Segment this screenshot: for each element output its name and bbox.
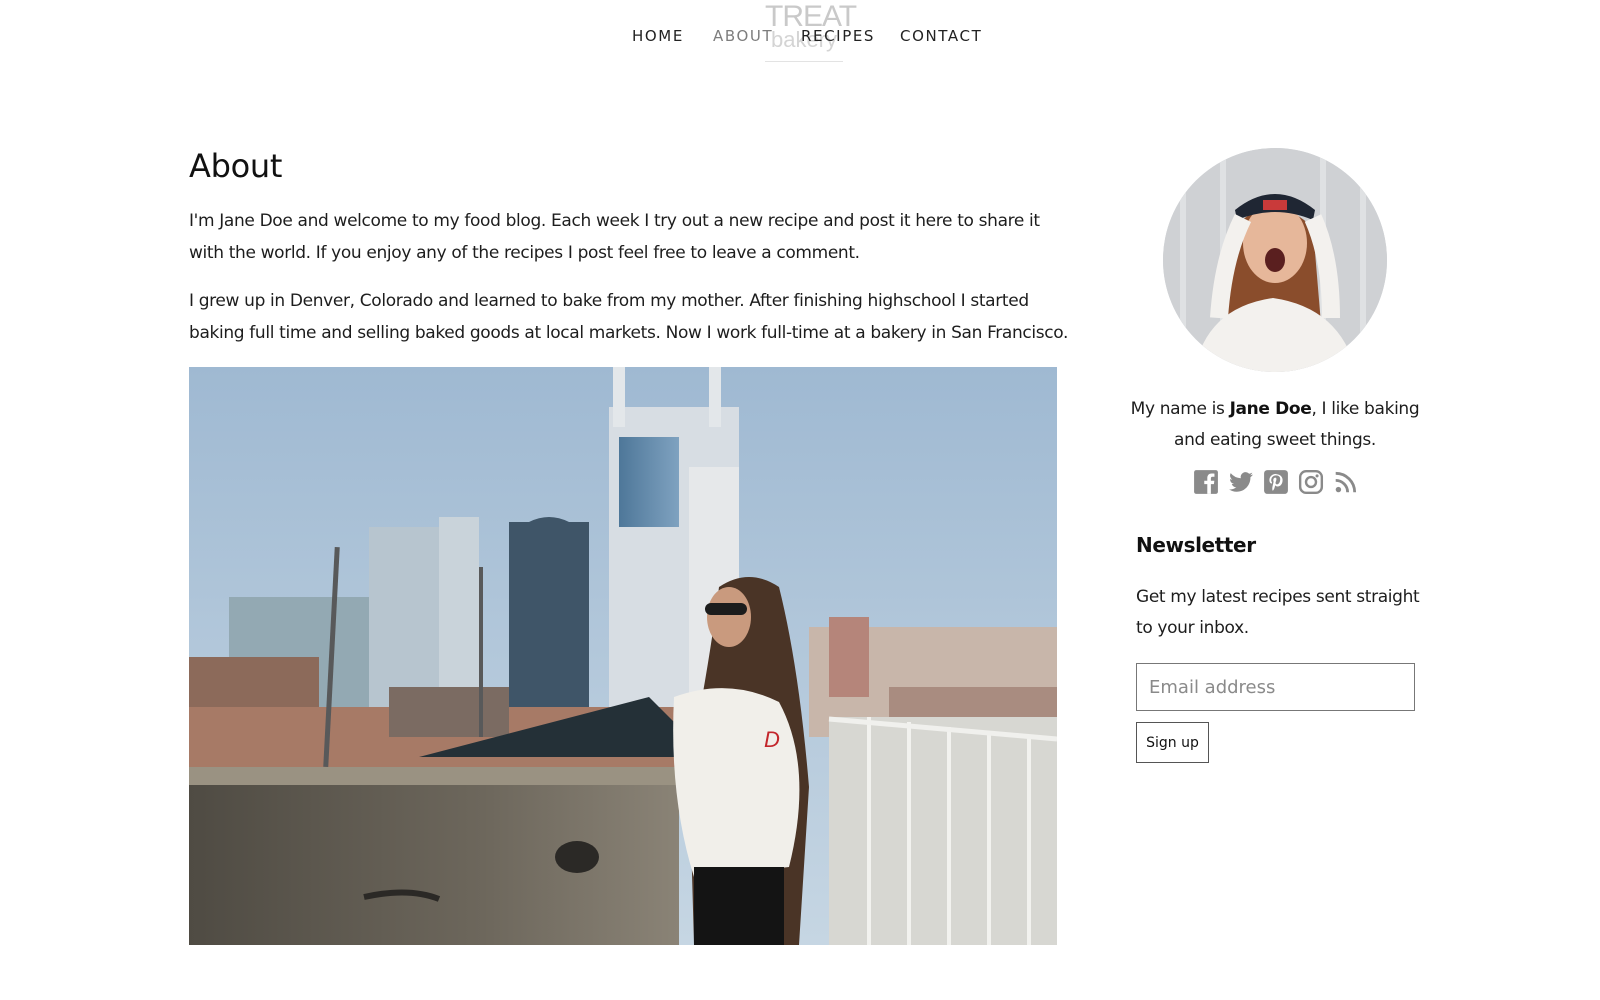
author-name: Jane Doe: [1229, 399, 1312, 419]
about-paragraph: I'm Jane Doe and welcome to my food blog…: [189, 211, 1040, 263]
bio-prefix: My name is: [1130, 399, 1230, 419]
signup-button[interactable]: Sign up: [1136, 722, 1209, 763]
newsletter-description: Get my latest recipes sent straight to y…: [1136, 587, 1420, 638]
newsletter-title: Newsletter: [1136, 533, 1256, 557]
author-avatar: [1163, 148, 1387, 372]
nav-link-home[interactable]: HOME: [632, 27, 684, 45]
about-paragraph: I grew up in Denver, Colorado and learne…: [189, 291, 1069, 343]
svg-text:D: D: [764, 727, 780, 752]
about-photo: D: [189, 367, 1057, 945]
twitter-icon[interactable]: [1228, 469, 1254, 495]
social-links: [1193, 469, 1363, 497]
rss-icon[interactable]: [1333, 469, 1359, 495]
pinterest-icon[interactable]: [1263, 469, 1289, 495]
nav-link-contact[interactable]: CONTACT: [900, 27, 982, 45]
nav-link-recipes[interactable]: RECIPES: [801, 27, 875, 45]
main-nav: HOME ABOUT RECIPES CONTACT: [0, 27, 1600, 47]
nav-link-about[interactable]: ABOUT: [713, 27, 773, 45]
author-bio: My name is Jane Doe, I like baking and e…: [1128, 394, 1422, 456]
instagram-icon[interactable]: [1298, 469, 1324, 495]
facebook-icon[interactable]: [1193, 469, 1219, 495]
email-input[interactable]: [1136, 663, 1415, 711]
page-title: About: [189, 147, 283, 185]
site-header: TREAT bakery HOME ABOUT RECIPES CONTACT: [0, 0, 1600, 70]
